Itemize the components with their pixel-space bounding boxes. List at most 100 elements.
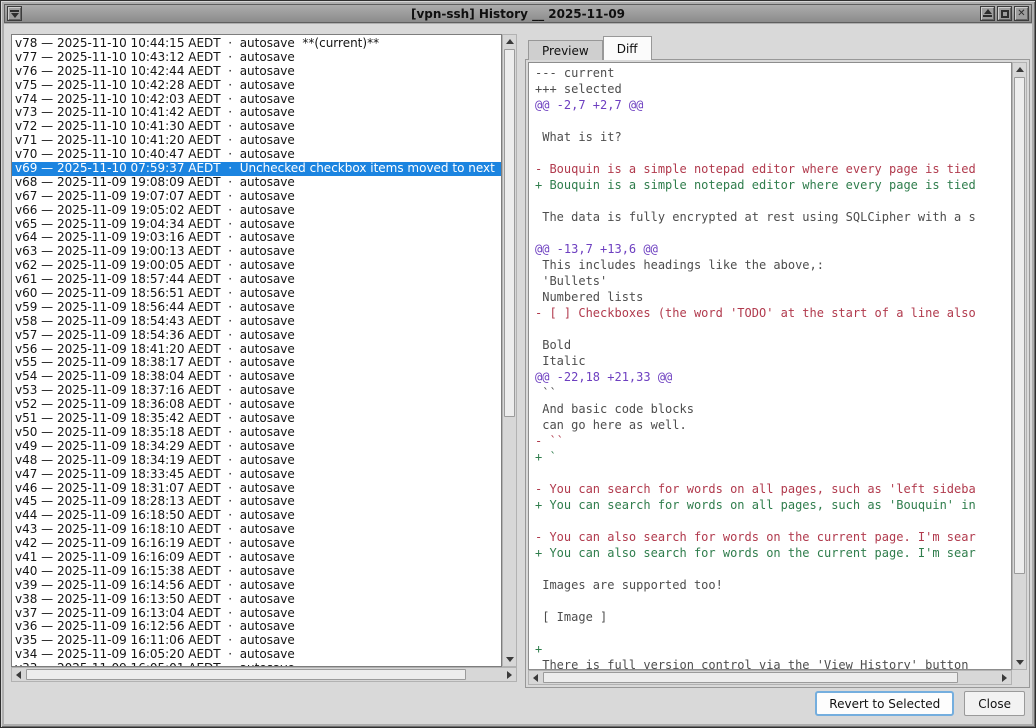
- diff-vscroll-thumb[interactable]: [1014, 77, 1025, 574]
- diff-text[interactable]: --- current+++ selected@@ -2,7 +2,7 @@ W…: [528, 62, 1012, 670]
- list-item[interactable]: v55 — 2025-11-09 18:38:17 AEDT · autosav…: [12, 356, 501, 370]
- diff-line: What is it?: [535, 129, 1011, 145]
- list-item[interactable]: v42 — 2025-11-09 16:16:19 AEDT · autosav…: [12, 537, 501, 551]
- diff-line: + Bouquin is a simple notepad editor whe…: [535, 177, 1011, 193]
- list-item[interactable]: v56 — 2025-11-09 18:41:20 AEDT · autosav…: [12, 343, 501, 357]
- history-window: [vpn-ssh] History __ 2025-11-09 ✕ v78 — …: [0, 0, 1036, 728]
- diff-line: 'Bullets': [535, 273, 1011, 289]
- list-horizontal-scrollbar[interactable]: [11, 667, 517, 682]
- scroll-down-arrow-icon[interactable]: [1013, 656, 1026, 669]
- diff-panel: --- current+++ selected@@ -2,7 +2,7 @@ W…: [525, 59, 1030, 688]
- diff-line: @@ -2,7 +2,7 @@: [535, 97, 1011, 113]
- diff-line: [ Image ]: [535, 609, 1011, 625]
- list-item[interactable]: v53 — 2025-11-09 18:37:16 AEDT · autosav…: [12, 384, 501, 398]
- list-vscroll-thumb[interactable]: [504, 49, 515, 417]
- list-item[interactable]: v73 — 2025-11-10 10:41:42 AEDT · autosav…: [12, 106, 501, 120]
- list-item[interactable]: v71 — 2025-11-10 10:41:20 AEDT · autosav…: [12, 134, 501, 148]
- list-item[interactable]: v64 — 2025-11-09 19:03:16 AEDT · autosav…: [12, 231, 501, 245]
- close-icon: ✕: [1017, 9, 1025, 19]
- maximize-button[interactable]: [997, 6, 1012, 21]
- list-item[interactable]: v41 — 2025-11-09 16:16:09 AEDT · autosav…: [12, 551, 501, 565]
- list-item[interactable]: v75 — 2025-11-10 10:42:28 AEDT · autosav…: [12, 79, 501, 93]
- diff-hscroll-thumb[interactable]: [543, 672, 958, 683]
- diff-line: can go here as well.: [535, 417, 1011, 433]
- list-item[interactable]: v35 — 2025-11-09 16:11:06 AEDT · autosav…: [12, 634, 501, 648]
- list-item[interactable]: v77 — 2025-11-10 10:43:12 AEDT · autosav…: [12, 51, 501, 65]
- revert-to-selected-button[interactable]: Revert to Selected: [815, 691, 954, 716]
- list-item[interactable]: v51 — 2025-11-09 18:35:42 AEDT · autosav…: [12, 412, 501, 426]
- diff-line: [535, 225, 1011, 241]
- diff-line: - [ ] Checkboxes (the word 'TODO' at the…: [535, 305, 1011, 321]
- diff-line: [535, 321, 1011, 337]
- diff-line: +++ selected: [535, 81, 1011, 97]
- list-item[interactable]: v74 — 2025-11-10 10:42:03 AEDT · autosav…: [12, 93, 501, 107]
- diff-line: + You can also search for words on the c…: [535, 545, 1011, 561]
- list-item[interactable]: v69 — 2025-11-10 07:59:37 AEDT · Uncheck…: [12, 162, 501, 176]
- list-item[interactable]: v61 — 2025-11-09 18:57:44 AEDT · autosav…: [12, 273, 501, 287]
- scroll-up-arrow-icon[interactable]: [503, 35, 516, 48]
- list-item[interactable]: v78 — 2025-11-10 10:44:15 AEDT · autosav…: [12, 37, 501, 51]
- shade-icon: [984, 9, 992, 14]
- list-item[interactable]: v34 — 2025-11-09 16:05:20 AEDT · autosav…: [12, 648, 501, 662]
- list-item[interactable]: v40 — 2025-11-09 16:15:38 AEDT · autosav…: [12, 565, 501, 579]
- list-item[interactable]: v70 — 2025-11-10 10:40:47 AEDT · autosav…: [12, 148, 501, 162]
- list-item[interactable]: v52 — 2025-11-09 18:36:08 AEDT · autosav…: [12, 398, 501, 412]
- close-button[interactable]: ✕: [1014, 6, 1029, 21]
- scroll-up-arrow-icon[interactable]: [1013, 63, 1026, 76]
- scrollbar-corner: [1012, 670, 1027, 685]
- diff-vertical-scrollbar[interactable]: [1012, 62, 1027, 670]
- diff-line: [535, 625, 1011, 641]
- diff-line: Numbered lists: [535, 289, 1011, 305]
- list-item[interactable]: v39 — 2025-11-09 16:14:56 AEDT · autosav…: [12, 579, 501, 593]
- list-vertical-scrollbar[interactable]: [502, 34, 517, 667]
- tab-diff[interactable]: Diff: [603, 36, 652, 60]
- diff-line: - Bouquin is a simple notepad editor whe…: [535, 161, 1011, 177]
- list-item[interactable]: v72 — 2025-11-10 10:41:30 AEDT · autosav…: [12, 120, 501, 134]
- list-item[interactable]: v65 — 2025-11-09 19:04:34 AEDT · autosav…: [12, 218, 501, 232]
- diff-horizontal-scrollbar[interactable]: [528, 670, 1012, 685]
- list-item[interactable]: v50 — 2025-11-09 18:35:18 AEDT · autosav…: [12, 426, 501, 440]
- diff-line: [535, 593, 1011, 609]
- list-item[interactable]: v37 — 2025-11-09 16:13:04 AEDT · autosav…: [12, 607, 501, 621]
- shade-button[interactable]: [980, 6, 995, 21]
- list-item[interactable]: v62 — 2025-11-09 19:00:05 AEDT · autosav…: [12, 259, 501, 273]
- diff-line: @@ -22,18 +21,33 @@: [535, 369, 1011, 385]
- titlebar[interactable]: [vpn-ssh] History __ 2025-11-09 ✕: [4, 4, 1032, 23]
- list-item[interactable]: v66 — 2025-11-09 19:05:02 AEDT · autosav…: [12, 204, 501, 218]
- list-item[interactable]: v60 — 2025-11-09 18:56:51 AEDT · autosav…: [12, 287, 501, 301]
- diff-line: [535, 513, 1011, 529]
- diff-line: [535, 561, 1011, 577]
- list-item[interactable]: v36 — 2025-11-09 16:12:56 AEDT · autosav…: [12, 620, 501, 634]
- list-item[interactable]: v47 — 2025-11-09 18:33:45 AEDT · autosav…: [12, 468, 501, 482]
- scroll-left-arrow-icon[interactable]: [529, 671, 542, 684]
- scroll-right-arrow-icon[interactable]: [998, 671, 1011, 684]
- list-item[interactable]: v67 — 2025-11-09 19:07:07 AEDT · autosav…: [12, 190, 501, 204]
- list-item[interactable]: v58 — 2025-11-09 18:54:43 AEDT · autosav…: [12, 315, 501, 329]
- tab-preview[interactable]: Preview: [528, 40, 603, 60]
- list-item[interactable]: v59 — 2025-11-09 18:56:44 AEDT · autosav…: [12, 301, 501, 315]
- list-item[interactable]: v68 — 2025-11-09 19:08:09 AEDT · autosav…: [12, 176, 501, 190]
- list-item[interactable]: v46 — 2025-11-09 18:31:07 AEDT · autosav…: [12, 482, 501, 496]
- list-item[interactable]: v49 — 2025-11-09 18:34:29 AEDT · autosav…: [12, 440, 501, 454]
- list-item[interactable]: v57 — 2025-11-09 18:54:36 AEDT · autosav…: [12, 329, 501, 343]
- window-title: [vpn-ssh] History __ 2025-11-09: [411, 7, 625, 21]
- list-item[interactable]: v44 — 2025-11-09 16:18:50 AEDT · autosav…: [12, 509, 501, 523]
- list-item[interactable]: v38 — 2025-11-09 16:13:50 AEDT · autosav…: [12, 593, 501, 607]
- list-item[interactable]: v54 — 2025-11-09 18:38:04 AEDT · autosav…: [12, 370, 501, 384]
- window-menu-button[interactable]: [7, 6, 22, 21]
- diff-line: ``: [535, 385, 1011, 401]
- diff-line: - You can also search for words on the c…: [535, 529, 1011, 545]
- version-list[interactable]: v78 — 2025-11-10 10:44:15 AEDT · autosav…: [11, 34, 502, 667]
- scroll-left-arrow-icon[interactable]: [12, 668, 25, 681]
- close-dialog-button[interactable]: Close: [964, 691, 1025, 716]
- diff-line: + You can search for words on all pages,…: [535, 497, 1011, 513]
- list-item[interactable]: v63 — 2025-11-09 19:00:13 AEDT · autosav…: [12, 245, 501, 259]
- list-item[interactable]: v48 — 2025-11-09 18:34:19 AEDT · autosav…: [12, 454, 501, 468]
- scroll-down-arrow-icon[interactable]: [503, 653, 516, 666]
- diff-line: [535, 465, 1011, 481]
- scroll-right-arrow-icon[interactable]: [503, 668, 516, 681]
- list-item[interactable]: v76 — 2025-11-10 10:42:44 AEDT · autosav…: [12, 65, 501, 79]
- list-item[interactable]: v43 — 2025-11-09 16:18:10 AEDT · autosav…: [12, 523, 501, 537]
- list-hscroll-thumb[interactable]: [26, 669, 466, 680]
- list-item[interactable]: v45 — 2025-11-09 18:28:13 AEDT · autosav…: [12, 495, 501, 509]
